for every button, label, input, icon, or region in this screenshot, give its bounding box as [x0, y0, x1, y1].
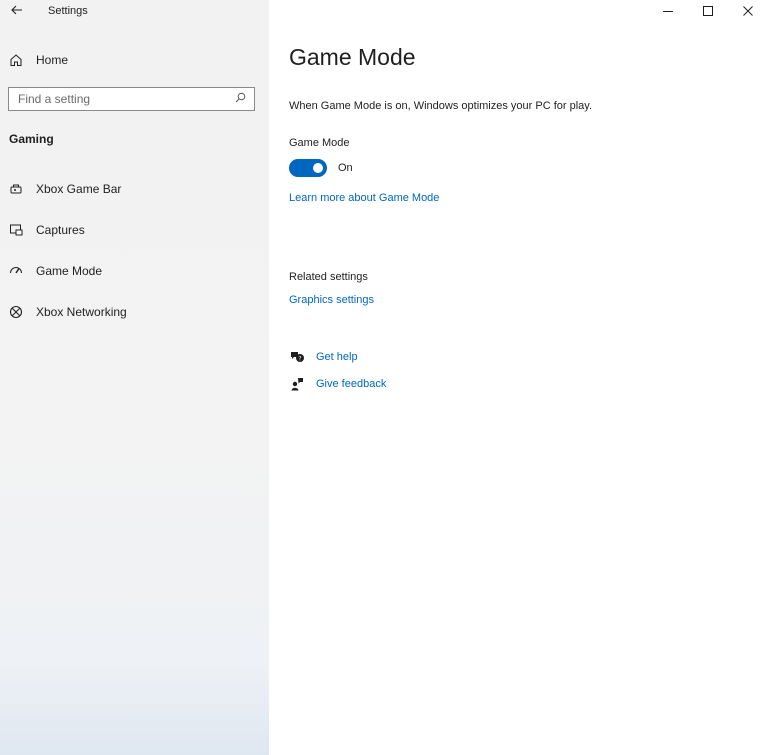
section-title: Gaming	[9, 132, 54, 146]
app-title: Settings	[48, 5, 88, 17]
search-box[interactable]	[8, 87, 255, 111]
game-mode-toggle[interactable]	[289, 159, 327, 177]
sidebar-item-captures[interactable]: Captures	[0, 215, 269, 245]
game-mode-setting-label: Game Mode	[289, 137, 350, 149]
back-button[interactable]	[6, 2, 28, 20]
sidebar-item-xbox-networking[interactable]: Xbox Networking	[0, 297, 269, 327]
sidebar: Settings Home Gaming Xbox Game Bar Captu…	[0, 0, 269, 755]
page-description: When Game Mode is on, Windows optimizes …	[289, 100, 593, 112]
sidebar-item-xbox-game-bar[interactable]: Xbox Game Bar	[0, 174, 269, 204]
give-feedback-icon	[289, 376, 305, 392]
svg-text:?: ?	[298, 355, 301, 362]
toggle-state-label: On	[338, 162, 353, 174]
sidebar-item-game-mode[interactable]: Game Mode	[0, 256, 269, 286]
sidebar-item-home[interactable]: Home	[0, 47, 269, 73]
home-icon	[8, 52, 24, 68]
game-mode-icon	[8, 263, 24, 279]
minimize-button[interactable]	[648, 0, 688, 24]
sidebar-item-label: Xbox Game Bar	[36, 182, 122, 196]
close-button[interactable]	[728, 0, 768, 24]
get-help-row[interactable]: ? Get help	[289, 349, 358, 365]
page-title: Game Mode	[289, 44, 416, 70]
captures-icon	[8, 222, 24, 238]
close-icon	[743, 3, 753, 21]
toggle-knob	[313, 163, 323, 173]
learn-more-link[interactable]: Learn more about Game Mode	[289, 192, 439, 204]
search-input[interactable]	[18, 92, 218, 106]
maximize-button[interactable]	[688, 0, 728, 24]
back-arrow-icon	[11, 2, 23, 20]
sidebar-item-label: Captures	[36, 223, 85, 237]
minimize-icon	[663, 3, 673, 21]
related-settings-title: Related settings	[289, 271, 368, 283]
get-help-link[interactable]: Get help	[316, 351, 358, 363]
window-controls	[648, 0, 768, 24]
sidebar-item-label: Game Mode	[36, 264, 103, 278]
home-label: Home	[36, 53, 69, 67]
get-help-icon: ?	[289, 349, 305, 365]
xbox-game-bar-icon	[8, 181, 24, 197]
graphics-settings-link[interactable]: Graphics settings	[289, 294, 374, 306]
game-mode-toggle-row: On	[289, 159, 353, 177]
sidebar-item-label: Xbox Networking	[36, 305, 127, 319]
xbox-icon	[8, 304, 24, 320]
search-icon[interactable]	[235, 90, 246, 108]
give-feedback-row[interactable]: Give feedback	[289, 376, 386, 392]
maximize-icon	[703, 3, 713, 21]
give-feedback-link[interactable]: Give feedback	[316, 378, 386, 390]
